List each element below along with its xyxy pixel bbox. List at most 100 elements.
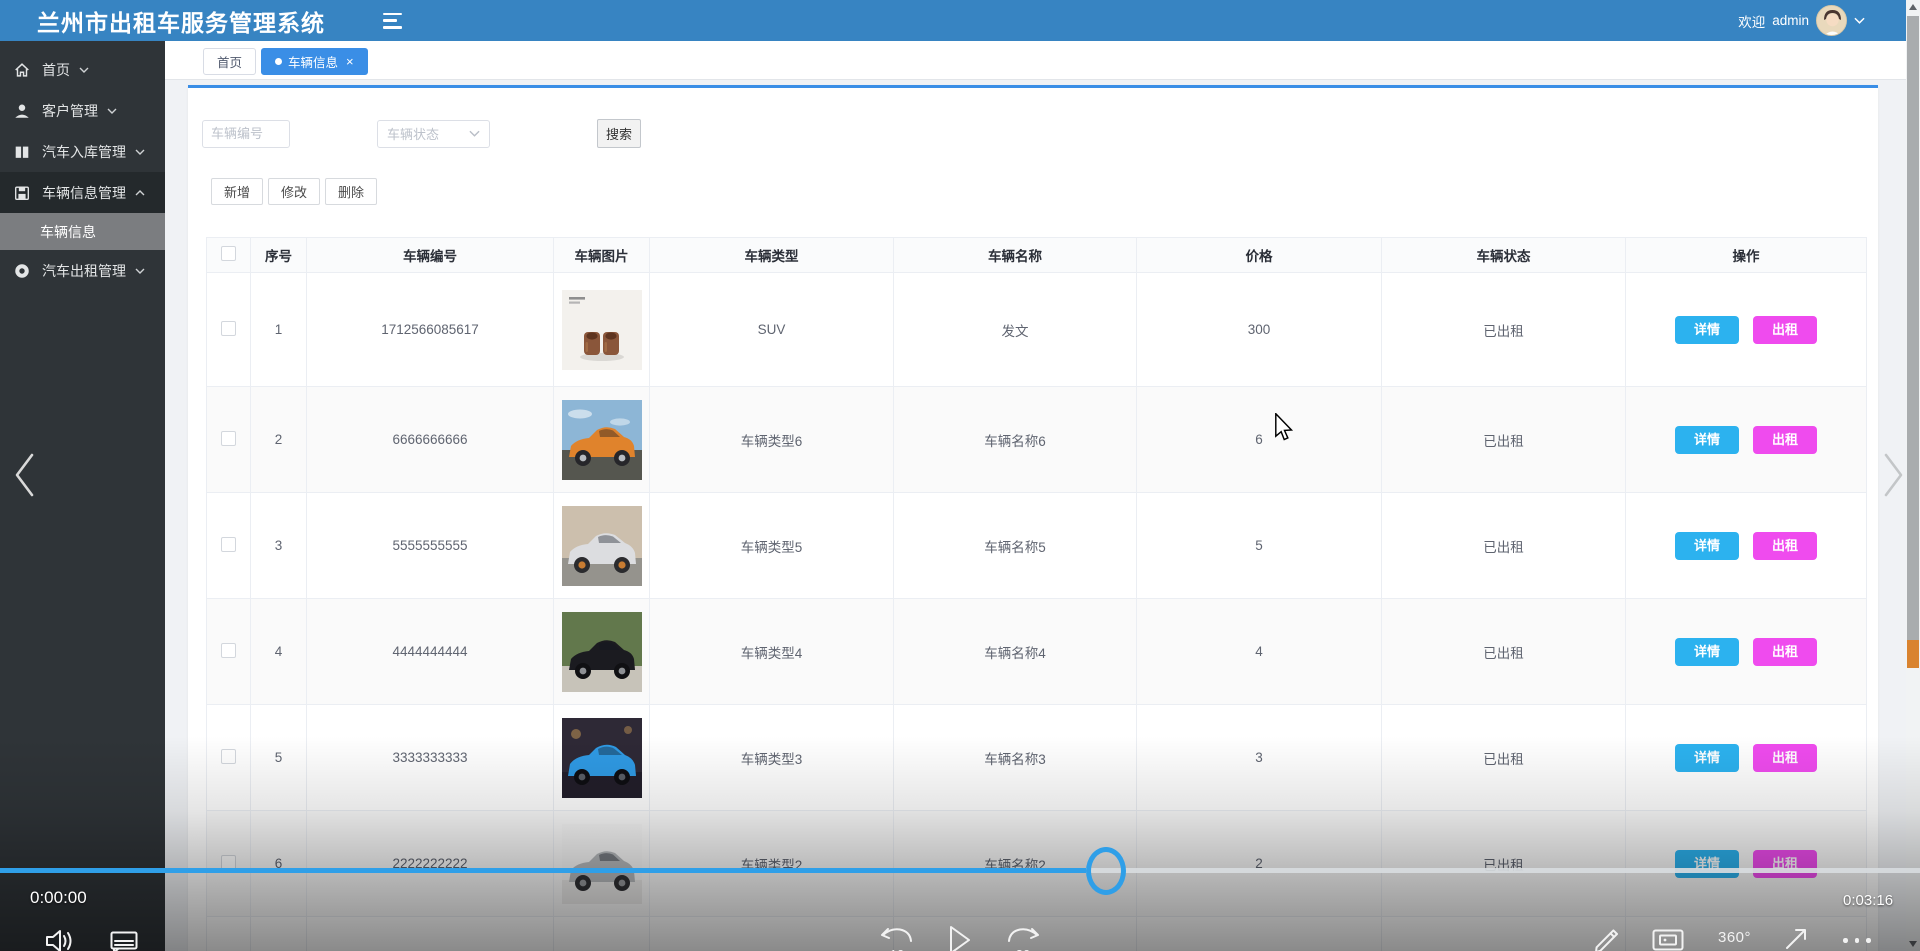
row-checkbox[interactable]	[221, 430, 236, 446]
cell-name: 车辆名称5	[893, 492, 1137, 599]
avatar[interactable]	[1816, 5, 1847, 36]
detail-button[interactable]: 详情	[1675, 637, 1739, 666]
table-row: 3 5555555555 车辆类型5 车辆名称5 5 已出租 详情 出租	[206, 492, 1867, 599]
table-row: 5 3333333333 车辆类型3 车辆名称3 3 已出租 详情 出租	[206, 704, 1867, 811]
cell-type: 车辆类型6	[649, 386, 894, 493]
rent-button[interactable]: 出租	[1753, 637, 1817, 666]
chevron-down-icon	[135, 268, 145, 274]
select-all-checkbox[interactable]	[221, 246, 236, 261]
fullscreen-icon[interactable]	[1783, 926, 1809, 951]
detail-button[interactable]: 详情	[1675, 743, 1739, 772]
cell-actions: 详情 出租	[1625, 810, 1867, 917]
menu-collapse-icon[interactable]	[383, 12, 403, 29]
vehicle-image	[561, 399, 642, 480]
content-panel: 车辆状态 搜索 新增 修改 删除	[188, 85, 1878, 951]
annotate-pencil-icon[interactable]	[1592, 926, 1620, 951]
rotate-360-icon[interactable]: 360°	[1718, 929, 1751, 946]
play-icon[interactable]	[948, 925, 972, 951]
header-checkbox-cell	[206, 237, 251, 273]
cell-image	[553, 916, 650, 951]
columns-icon	[15, 146, 29, 158]
sidebar-item-vehicle-info-mgmt[interactable]: 车辆信息管理	[0, 172, 165, 213]
detail-button[interactable]: 详情	[1675, 849, 1739, 878]
cell-type: 车辆类型5	[649, 492, 894, 599]
seek-handle[interactable]	[1086, 847, 1126, 895]
user-dropdown-chevron-icon[interactable]	[1854, 17, 1865, 24]
scroll-down-icon[interactable]	[1909, 941, 1917, 947]
cell-price	[1136, 916, 1382, 951]
chevron-down-icon	[469, 130, 480, 137]
rent-button[interactable]: 出租	[1753, 531, 1817, 560]
header-price: 价格	[1136, 237, 1382, 273]
scroll-up-icon[interactable]	[1909, 4, 1917, 10]
rent-button[interactable]: 出租	[1753, 849, 1817, 878]
application-window: 兰州市出租车服务管理系统 欢迎 admin 首页 客户管理 汽车入库管理 车辆信…	[0, 0, 1920, 951]
cell-index: 1	[250, 272, 307, 387]
progress-remaining	[1086, 868, 1920, 873]
cell-image	[553, 272, 650, 387]
cell-vehicle-no: 1712566085617	[306, 272, 554, 387]
cell-name: 车辆名称6	[893, 386, 1137, 493]
delete-button[interactable]: 删除	[325, 178, 378, 205]
tab-vehicle-info[interactable]: 车辆信息 ×	[261, 48, 368, 75]
vehicle-status-select[interactable]: 车辆状态	[377, 119, 490, 148]
rent-button[interactable]: 出租	[1753, 425, 1817, 454]
welcome-text: 欢迎	[1738, 14, 1766, 30]
row-checkbox[interactable]	[221, 748, 236, 764]
progress-bar[interactable]	[0, 868, 1920, 873]
vehicle-image	[561, 611, 642, 692]
rewind-10-icon[interactable]: 10	[879, 927, 915, 951]
cell-status: 已出租	[1381, 810, 1626, 917]
scrollbar[interactable]	[1906, 0, 1920, 951]
row-checkbox[interactable]	[221, 642, 236, 658]
rent-button[interactable]: 出租	[1753, 315, 1817, 344]
rent-button[interactable]: 出租	[1753, 743, 1817, 772]
tab-close-icon[interactable]: ×	[346, 55, 354, 68]
chevron-down-icon	[135, 149, 145, 155]
tab-home[interactable]: 首页	[203, 48, 257, 75]
cell-vehicle-no: 4444444444	[306, 598, 554, 705]
search-button[interactable]: 搜索	[597, 119, 641, 148]
pip-icon[interactable]	[1652, 929, 1684, 951]
user-icon	[15, 104, 29, 118]
main-area: 首页 车辆信息 × 车辆状态 搜索 新	[165, 41, 1920, 951]
table-row: 6 2222222222 车辆类型2 车辆名称2 2 已出租 详情 出租	[206, 810, 1867, 917]
cell-name: 车辆名称3	[893, 704, 1137, 811]
detail-button[interactable]: 详情	[1675, 425, 1739, 454]
cell-status: 已出租	[1381, 492, 1626, 599]
detail-button[interactable]: 详情	[1675, 315, 1739, 344]
cell-price: 2	[1136, 810, 1382, 917]
detail-button[interactable]: 详情	[1675, 531, 1739, 560]
header-actions: 操作	[1625, 237, 1867, 273]
add-button[interactable]: 新增	[211, 178, 264, 205]
sidebar-item-car-inbound[interactable]: 汽车入库管理	[0, 131, 165, 172]
table-header-row: 序号 车辆编号 车辆图片 车辆类型 车辆名称 价格 车辆状态 操作	[206, 237, 1867, 273]
previous-arrow[interactable]	[12, 452, 36, 498]
forward-30-icon[interactable]: 30	[1005, 927, 1041, 951]
volume-icon[interactable]	[45, 928, 75, 951]
screen: { "header": { "title": "兰州市出租车服务管理系统", "…	[0, 0, 1920, 951]
sidebar-item-customers[interactable]: 客户管理	[0, 90, 165, 131]
scrollbar-thumb[interactable]	[1907, 16, 1919, 640]
cell-price: 300	[1136, 272, 1382, 387]
next-arrow[interactable]	[1882, 452, 1906, 498]
cell-vehicle-no	[306, 916, 554, 951]
save-icon	[15, 185, 29, 200]
subtitle-icon[interactable]	[110, 931, 138, 951]
more-options-icon[interactable]	[1843, 938, 1871, 943]
sidebar-item-car-rental-mgmt[interactable]: 汽车出租管理	[0, 250, 165, 291]
sidebar-subitem-vehicle-info[interactable]: 车辆信息	[0, 213, 165, 250]
cell-image	[553, 810, 650, 917]
cell-actions: 详情 出租	[1625, 272, 1867, 387]
cell-actions: 详情 出租	[1625, 598, 1867, 705]
cell-index: 6	[250, 810, 307, 917]
vehicle-no-input[interactable]	[202, 119, 290, 148]
cell-actions: 详情 出租	[1625, 386, 1867, 493]
sidebar-item-home[interactable]: 首页	[0, 49, 165, 90]
cell-image	[553, 704, 650, 811]
row-checkbox[interactable]	[221, 320, 236, 336]
row-checkbox[interactable]	[221, 536, 236, 552]
edit-button[interactable]: 修改	[268, 178, 321, 205]
cell-index	[250, 916, 307, 951]
chevron-down-icon	[79, 67, 89, 73]
